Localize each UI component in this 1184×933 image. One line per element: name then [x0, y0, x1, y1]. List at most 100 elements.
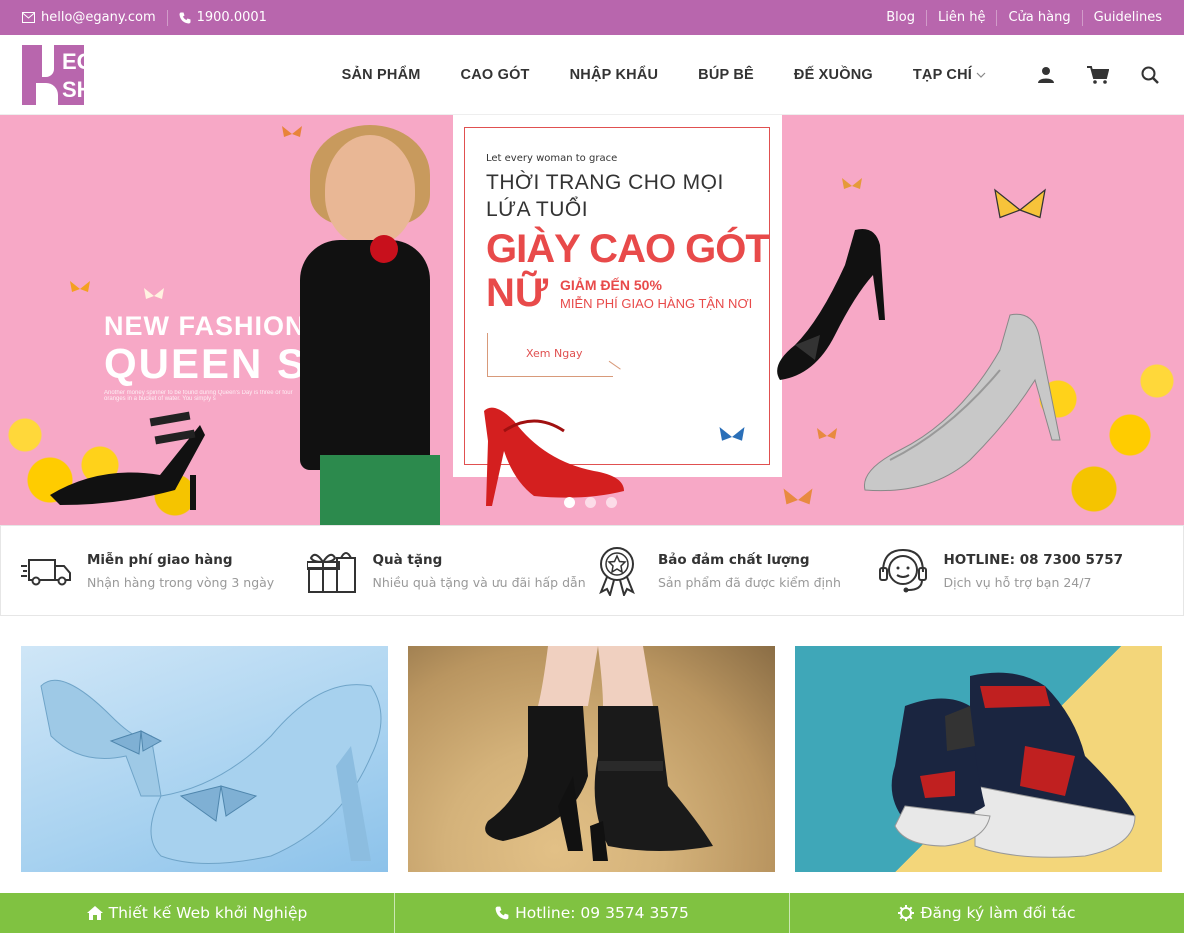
black-boots-image [485, 646, 713, 861]
feature-subtitle: Sản phẩm đã được kiểm định [658, 574, 841, 590]
nav-cao-got[interactable]: CAO GÓT [461, 67, 530, 83]
promo-shipping: MIỄN PHÍ GIAO HÀNG TẬN NƠI [560, 296, 753, 311]
phone-icon [495, 906, 509, 920]
slider-dot[interactable] [564, 497, 575, 508]
nav-de-xuong[interactable]: ĐẾ XUỒNG [794, 67, 873, 83]
topbar-link-store[interactable]: Cửa hàng [1008, 10, 1070, 25]
feature-title: Bảo đảm chất lượng [658, 551, 810, 568]
logo-cut [42, 44, 54, 77]
feature-free-shipping: Miễn phí giao hàng Nhận hàng trong vòng … [21, 546, 307, 596]
topbar-link-guidelines[interactable]: Guidelines [1094, 10, 1162, 25]
butterfly-icon [70, 281, 90, 292]
truck-icon-wrap [21, 546, 71, 596]
model-body [300, 240, 430, 470]
fashion-small-text: Another money spinner to be found during… [104, 390, 293, 402]
model-image [300, 125, 450, 525]
category-banner-sneakers[interactable] [795, 646, 1162, 872]
main-nav: SẢN PHẨM CAO GÓT NHẬP KHẨU BÚP BÊ ĐẾ XUỒ… [322, 63, 1162, 87]
bottom-action-bar: Thiết kế Web khởi Nghiệp Hotline: 09 357… [0, 893, 1184, 933]
feature-title: Quà tặng [372, 551, 443, 568]
feature-title: Miễn phí giao hàng [87, 551, 233, 568]
feature-quality: Bảo đảm chất lượng Sản phẩm đã được kiểm… [592, 546, 878, 596]
slider-dot[interactable] [606, 497, 617, 508]
divider [166, 9, 168, 26]
model-face [325, 135, 415, 245]
award-icon-wrap [592, 546, 642, 596]
topbar-link-blog[interactable]: Blog [886, 10, 915, 25]
promo-heading: GIÀY CAO GÓT [486, 227, 770, 271]
divider [925, 9, 927, 26]
slider-dot[interactable] [585, 497, 596, 508]
promo-heading-nu: NỮ [486, 271, 549, 315]
nav-tap-chi[interactable]: TẠP CHÍ [913, 67, 986, 83]
feature-hotline: HOTLINE: 08 7300 5757 Dịch vụ hỗ trợ bạn… [878, 546, 1164, 596]
category-banner-pumps[interactable] [21, 646, 388, 872]
features-bar: Miễn phí giao hàng Nhận hàng trong vòng … [0, 525, 1184, 616]
model-skirt [320, 455, 440, 525]
butterfly-icon [994, 188, 1046, 219]
chevron-down-icon [976, 72, 986, 78]
divider [996, 9, 998, 26]
hero-slider: NEW FASHION QUEEN S Another money spinne… [0, 115, 1184, 525]
home-icon [86, 906, 103, 920]
rose-image [370, 235, 398, 263]
gift-icon-wrap [306, 546, 357, 596]
site-logo[interactable]: EGA SHOES [22, 43, 142, 107]
feature-subtitle: Nhận hàng trong vòng 3 ngày [87, 574, 275, 590]
butterfly-icon [719, 427, 745, 441]
hotline-label: Hotline: 09 3574 3575 [515, 904, 689, 922]
topbar-link-contact[interactable]: Liên hệ [938, 10, 985, 25]
nav-bup-be[interactable]: BÚP BÊ [698, 67, 754, 83]
butterfly-icon [144, 288, 164, 299]
search-button[interactable] [1138, 63, 1162, 87]
butterfly-icon [817, 428, 837, 439]
account-button[interactable] [1034, 63, 1058, 87]
main-header: EGA SHOES SẢN PHẨM CAO GÓT NHẬP KHẨU BÚP… [0, 35, 1184, 115]
gift-icon [306, 551, 356, 593]
web-design-label: Thiết kế Web khởi Nghiệp [108, 904, 308, 922]
feature-gift: Quà tặng Nhiều quà tặng và ưu đãi hấp dẫ… [306, 546, 593, 596]
contact-phone[interactable]: 1900.0001 [179, 10, 267, 25]
promo-tagline: Let every woman to grace [486, 153, 618, 164]
silver-shoe-image [863, 313, 1061, 492]
category-banners [0, 646, 1184, 872]
phone-text: 1900.0001 [196, 10, 267, 25]
slider-dots [564, 497, 617, 508]
butterfly-icon [783, 488, 813, 505]
email-text: hello@egany.com [41, 10, 156, 25]
logo-line2: SHOES [62, 76, 140, 102]
category-banner-boots[interactable] [408, 646, 775, 872]
hotline-link[interactable]: Hotline: 09 3574 3575 [395, 893, 790, 933]
blue-pumps-image [40, 679, 382, 864]
fashion-line1: NEW FASHION [104, 311, 306, 341]
user-icon [1038, 66, 1054, 83]
sandal-image [50, 411, 205, 510]
partner-signup-label: Đăng ký làm đối tác [920, 904, 1076, 922]
butterfly-icon [842, 178, 862, 189]
nav-tap-chi-label: TẠP CHÍ [912, 66, 972, 83]
red-shoe-image [484, 407, 624, 506]
headset-icon [878, 548, 927, 592]
view-now-label: Xem Ngay [526, 347, 583, 360]
nav-nhap-khau[interactable]: NHẬP KHẨU [570, 67, 659, 83]
sneakers-image [891, 672, 1136, 858]
partner-signup-link[interactable]: Đăng ký làm đối tác [790, 893, 1184, 933]
fashion-line2: QUEEN S [104, 340, 308, 387]
contact-email[interactable]: hello@egany.com [22, 10, 156, 25]
gear-icon [898, 905, 915, 921]
headset-icon-wrap [878, 546, 928, 596]
cart-button[interactable] [1086, 63, 1110, 87]
view-now-button[interactable]: Xem Ngay [487, 333, 621, 377]
logo-line1: EGA [62, 48, 110, 74]
search-icon [1141, 66, 1159, 84]
truck-icon [21, 558, 71, 585]
feature-subtitle: Nhiều quà tặng và ưu đãi hấp dẫn [372, 574, 586, 590]
phone-icon [179, 12, 191, 23]
promo-title: THỜI TRANG CHO MỌI LỨA TUỔI [486, 171, 724, 221]
logo-cut2 [36, 82, 58, 105]
cart-icon [1087, 65, 1109, 84]
award-icon [599, 546, 635, 596]
web-design-link[interactable]: Thiết kế Web khởi Nghiệp [0, 893, 395, 933]
nav-san-pham[interactable]: SẢN PHẨM [342, 67, 421, 83]
feature-subtitle: Dịch vụ hỗ trợ bạn 24/7 [943, 574, 1092, 590]
